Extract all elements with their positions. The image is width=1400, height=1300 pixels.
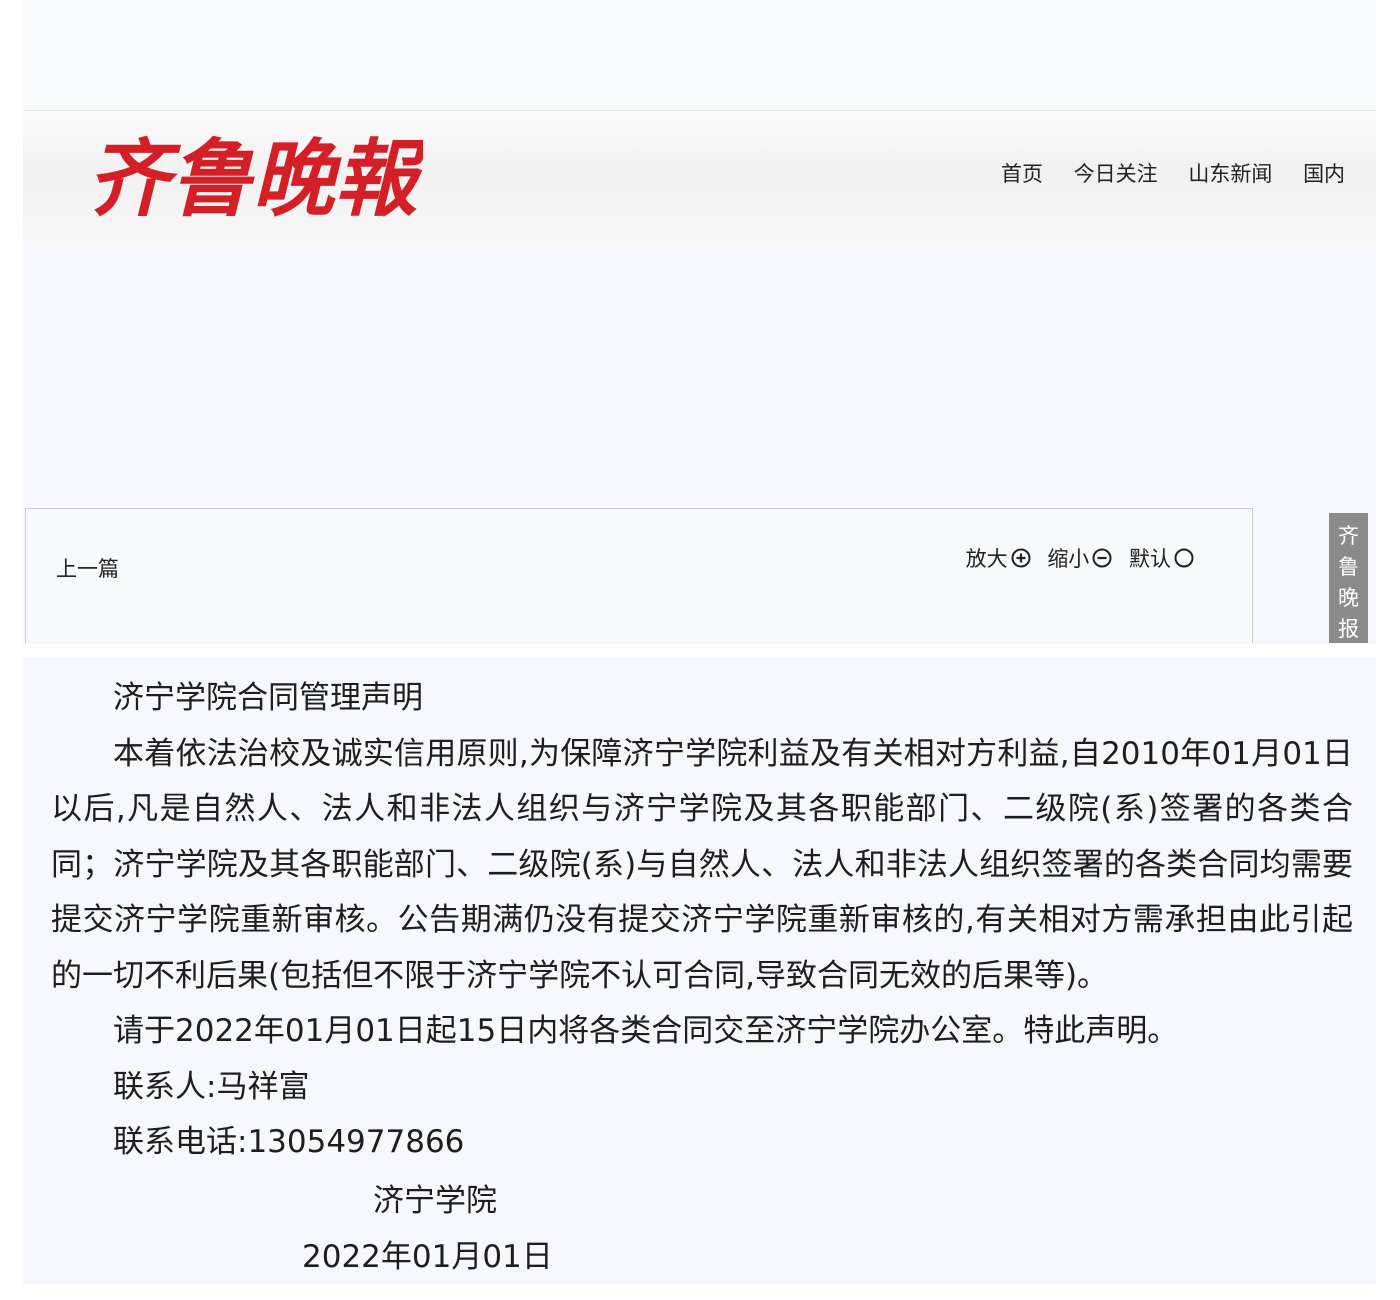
zoom-out-button[interactable]: 缩小 xyxy=(1047,543,1112,573)
main-nav: 首页 今日关注 山东新闻 国内 xyxy=(1001,158,1369,188)
article-toolbar: 上一篇 放大 缩小 默认 xyxy=(25,508,1253,643)
side-tab-char: 报 xyxy=(1338,617,1359,641)
nav-item-shandong-news[interactable]: 山东新闻 xyxy=(1188,158,1272,188)
top-blank-band xyxy=(23,0,1376,111)
side-tab-qilu-evening-news[interactable]: 齐 鲁 晚 报 xyxy=(1329,513,1368,643)
article-paragraph: 本着依法治校及诚实信用原则,为保障济宁学院利益及有关相对方利益,自2010年01… xyxy=(51,735,1353,994)
side-tab-char: 鲁 xyxy=(1338,555,1359,579)
nav-item-home[interactable]: 首页 xyxy=(1001,158,1043,188)
site-header: 齐鲁晚報 首页 今日关注 山东新闻 国内 xyxy=(23,112,1376,244)
minus-circle-icon xyxy=(1092,548,1112,568)
signature-date: 2022年01月01日 xyxy=(302,1239,553,1275)
article-title: 济宁学院合同管理声明 xyxy=(113,680,423,716)
font-size-controls: 放大 缩小 默认 xyxy=(956,543,1194,573)
nav-item-today-focus[interactable]: 今日关注 xyxy=(1074,158,1158,188)
nav-item-domestic[interactable]: 国内 xyxy=(1303,158,1345,188)
signature-organization: 济宁学院 xyxy=(373,1183,497,1219)
side-tab-char: 齐 xyxy=(1338,524,1359,548)
side-tab-char: 晚 xyxy=(1338,586,1359,610)
logo-text: 齐鲁晚報 xyxy=(87,129,423,228)
article-body: 济宁学院合同管理声明 本着依法治校及诚实信用原则,为保障济宁学院利益及有关相对方… xyxy=(51,671,1353,1171)
plus-circle-icon xyxy=(1011,548,1031,568)
zoom-in-label: 放大 xyxy=(965,547,1008,571)
previous-article-link[interactable]: 上一篇 xyxy=(56,553,119,583)
zoom-default-button[interactable]: 默认 xyxy=(1129,543,1194,573)
zoom-in-button[interactable]: 放大 xyxy=(966,543,1031,573)
zoom-default-label: 默认 xyxy=(1129,547,1171,571)
page: 齐鲁晚報 首页 今日关注 山东新闻 国内 上一篇 放大 缩小 默认 齐 鲁 晚 … xyxy=(0,0,1400,1300)
site-logo[interactable]: 齐鲁晚報 xyxy=(83,120,428,230)
article-paragraph: 请于2022年01月01日起15日内将各类合同交至济宁学院办公室。特此声明。 xyxy=(113,1013,1179,1049)
zoom-out-label: 缩小 xyxy=(1047,547,1090,571)
contact-phone: 联系电话:13054977866 xyxy=(113,1124,465,1160)
empty-circle-icon xyxy=(1174,548,1194,568)
contact-person: 联系人:马祥富 xyxy=(113,1068,310,1105)
